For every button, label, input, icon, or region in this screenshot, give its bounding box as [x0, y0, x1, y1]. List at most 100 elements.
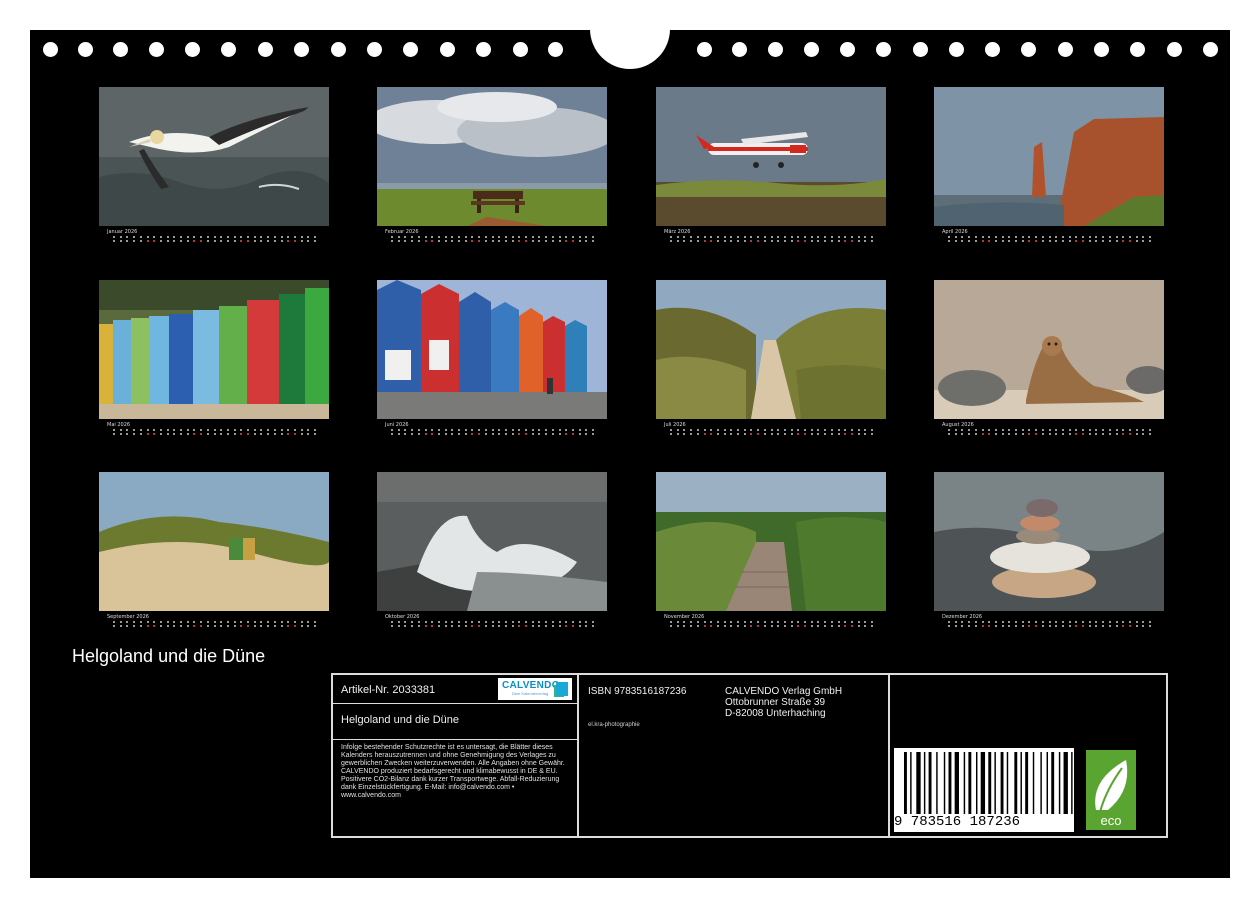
day-mark — [431, 240, 434, 242]
barcode: 9 783516 187236 — [894, 748, 1074, 832]
day-mark — [988, 433, 991, 435]
day-mark — [437, 625, 440, 627]
day-mark — [153, 433, 156, 435]
day-mark — [139, 433, 142, 435]
weekday-mark — [1035, 429, 1038, 431]
day-mark — [857, 240, 860, 242]
weekday-mark — [538, 236, 541, 238]
weekday-mark — [783, 236, 786, 238]
weekday-mark — [1021, 236, 1024, 238]
day-mark — [193, 433, 196, 435]
weekday-mark — [1061, 429, 1064, 431]
day-mark — [1061, 625, 1064, 627]
day-mark — [737, 625, 739, 627]
day-mark — [1135, 433, 1138, 435]
weekday-mark — [850, 429, 853, 431]
day-mark — [716, 433, 719, 435]
weekday-mark — [988, 236, 991, 238]
weekday-mark — [670, 236, 672, 238]
day-mark — [146, 625, 149, 627]
weekday-mark — [1075, 236, 1078, 238]
weekday-mark — [837, 236, 840, 238]
weekday-mark — [1088, 621, 1091, 623]
day-mark — [391, 433, 393, 435]
weekday-mark — [471, 621, 474, 623]
weekday-mark — [565, 429, 568, 431]
weekday-mark — [1008, 236, 1011, 238]
weekday-mark — [206, 429, 209, 431]
weekday-mark — [240, 429, 243, 431]
day-mark — [478, 240, 481, 242]
day-mark — [696, 240, 699, 242]
day-mark — [857, 433, 860, 435]
day-mark — [1115, 433, 1118, 435]
day-mark — [837, 625, 840, 627]
day-mark — [464, 240, 467, 242]
day-mark — [1008, 625, 1011, 627]
weekday-mark — [817, 621, 820, 623]
day-mark — [247, 433, 249, 435]
day-mark — [511, 625, 514, 627]
binding-hole — [804, 42, 819, 57]
month-tile-maerz: März 2026 — [656, 87, 886, 247]
weekday-mark — [968, 236, 971, 238]
binding-hole — [43, 42, 58, 57]
weekday-mark — [1095, 621, 1098, 623]
weekday-mark — [153, 236, 156, 238]
barcode-bar — [976, 752, 978, 814]
weekday-mark — [233, 236, 236, 238]
day-mark — [783, 625, 786, 627]
day-mark — [948, 625, 950, 627]
weekday-mark — [247, 621, 249, 623]
day-mark — [790, 433, 793, 435]
day-mark — [1041, 433, 1044, 435]
day-mark — [1001, 433, 1004, 435]
binding-hole — [840, 42, 855, 57]
day-mark — [968, 625, 971, 627]
barcode-bar — [1006, 752, 1009, 814]
publisher-name: CALVENDO Verlag GmbH — [725, 686, 843, 697]
day-mark — [511, 240, 514, 242]
weekday-mark — [981, 429, 984, 431]
weekday-mark — [804, 621, 806, 623]
weekday-mark — [139, 621, 142, 623]
binding-hole — [113, 42, 128, 57]
weekday-mark — [1108, 236, 1111, 238]
weekday-mark — [186, 236, 189, 238]
day-mark — [498, 433, 501, 435]
day-mark — [1035, 240, 1038, 242]
day-mark — [424, 433, 427, 435]
weekday-mark — [837, 429, 840, 431]
day-mark — [723, 625, 726, 627]
weekday-mark — [1068, 236, 1071, 238]
photo-dune-beach-chair — [99, 472, 329, 611]
day-mark — [777, 433, 780, 435]
weekday-mark — [1008, 429, 1011, 431]
weekday-mark — [314, 621, 316, 623]
day-mark — [730, 625, 733, 627]
weekday-mark — [1128, 236, 1131, 238]
weekday-mark — [159, 236, 162, 238]
month-label: April 2026 — [942, 229, 968, 235]
day-mark — [200, 240, 203, 242]
day-mark — [703, 625, 706, 627]
day-mark — [1088, 240, 1091, 242]
photo-stacked-stones — [934, 472, 1164, 611]
weekday-mark — [464, 621, 467, 623]
day-grid — [391, 621, 601, 629]
barcode-bar — [1058, 752, 1061, 814]
weekday-mark — [287, 429, 290, 431]
weekday-mark — [743, 621, 746, 623]
barcode-bar — [928, 752, 932, 814]
day-mark — [723, 433, 726, 435]
day-grid — [948, 429, 1158, 437]
barcode-bar — [1040, 752, 1042, 814]
day-mark — [1095, 240, 1098, 242]
day-mark — [710, 625, 713, 627]
photo-airplane — [656, 87, 886, 226]
weekday-mark — [1021, 429, 1024, 431]
binding-hole — [1094, 42, 1109, 57]
weekday-mark — [1061, 236, 1064, 238]
day-mark — [830, 625, 833, 627]
weekday-mark — [757, 429, 760, 431]
